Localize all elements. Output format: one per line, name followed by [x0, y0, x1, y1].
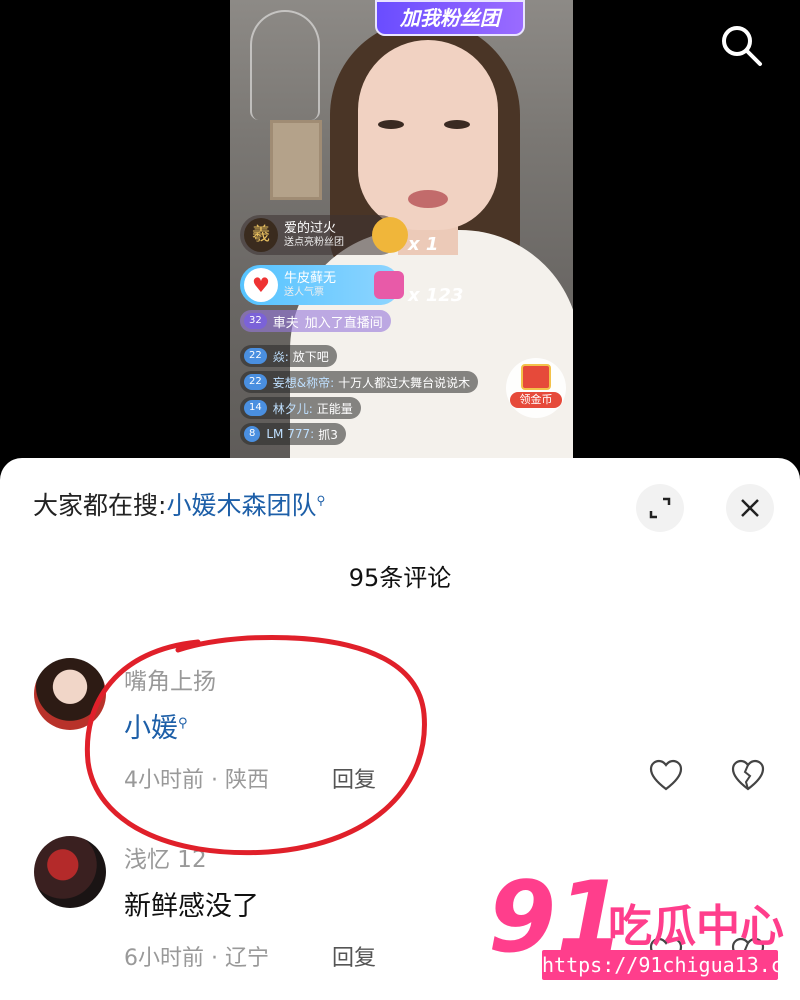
comment-meta: 4小时前 · 陕西	[124, 768, 269, 793]
search-small-icon: ⚲	[178, 716, 188, 731]
avatar[interactable]	[34, 658, 106, 730]
mouth	[408, 190, 448, 208]
chat-user: 林夕儿:	[272, 401, 313, 416]
level-badge: 8	[244, 426, 261, 442]
gift-count: x 1	[408, 234, 439, 255]
gift-notification: ♥ 牛皮藓无 送人气票	[240, 265, 404, 305]
gift-notification: 羲 爱的过火 送点亮粉丝团	[240, 215, 408, 255]
chat-message: 8 LM 777: 抓3	[240, 423, 346, 445]
chat-text: 抓3	[318, 427, 338, 442]
gift-count: x 123	[408, 285, 464, 306]
live-stream-area: 加我粉丝团 羲 爱的过火 送点亮粉丝团 x 1 ♥ 牛皮藓无 送人气票 x 12…	[0, 0, 800, 470]
gift-mask-icon	[372, 217, 408, 253]
gifter-name: 牛皮藓无	[284, 271, 337, 287]
chat-user: 妄想&称帝:	[272, 375, 335, 390]
heart-icon[interactable]	[648, 758, 684, 794]
close-icon	[741, 499, 759, 517]
comment-count: 95条评论	[348, 564, 452, 592]
chat-message: 22 焱: 放下吧	[240, 345, 337, 367]
trending-search-keyword[interactable]: 小媛木森团队	[166, 491, 316, 520]
gifter-avatar: 羲	[244, 218, 278, 252]
broken-heart-icon[interactable]	[730, 758, 766, 794]
background-picture-frame	[270, 120, 322, 200]
expand-button[interactable]	[636, 484, 684, 532]
comment-username[interactable]: 嘴角上扬	[124, 662, 216, 696]
watermark-url: https://91chigua13.com	[542, 950, 800, 980]
level-badge: 22	[244, 348, 267, 364]
expand-icon	[649, 497, 671, 519]
join-text: 加入了直播间	[304, 315, 383, 331]
eye-left	[378, 120, 404, 129]
chat-text: 放下吧	[292, 349, 329, 364]
join-notification: 32 車夫 加入了直播间	[240, 310, 391, 332]
reply-button[interactable]: 回复	[332, 940, 376, 972]
fan-club-banner[interactable]: 加我粉丝团	[375, 0, 525, 36]
chat-message: 14 林夕儿: 正能量	[240, 397, 361, 419]
chat-text: 正能量	[316, 401, 353, 416]
watermark-name: 吃瓜中心	[608, 901, 784, 952]
background-lamp	[250, 10, 320, 120]
claim-coins-button[interactable]: 领金币	[506, 358, 566, 418]
comment-text-keyword[interactable]: 小媛	[124, 713, 178, 744]
gift-ticket-icon	[374, 271, 404, 299]
trending-search-prefix: 大家都在搜:	[33, 491, 167, 520]
comment-meta: 6小时前 · 辽宁	[124, 946, 269, 971]
chat-user: 焱:	[272, 349, 289, 364]
gift-description: 送点亮粉丝团	[284, 236, 344, 248]
comment-username[interactable]: 浅忆 12	[124, 840, 207, 874]
site-watermark: 91 吃瓜中心 https://91chigua13.com	[488, 868, 800, 988]
gifter-name: 爱的过火	[284, 221, 337, 237]
search-icon[interactable]	[718, 22, 764, 68]
level-badge: 14	[244, 400, 267, 416]
comment-text: 新鲜感没了	[124, 891, 259, 922]
trending-search[interactable]: 大家都在搜:小媛木森团队⚲	[33, 486, 325, 522]
join-user: 車夫	[272, 315, 299, 331]
close-button[interactable]	[726, 484, 774, 532]
eye-right	[444, 120, 470, 129]
level-badge: 22	[244, 374, 267, 390]
gift-box-icon	[521, 364, 551, 390]
claim-coins-label: 领金币	[510, 392, 562, 408]
streamer-face	[358, 40, 498, 230]
gift-description: 送人气票	[284, 286, 324, 298]
reply-button[interactable]: 回复	[332, 762, 376, 794]
comment-text[interactable]: 小媛⚲	[124, 706, 188, 745]
live-video[interactable]: 加我粉丝团 羲 爱的过火 送点亮粉丝团 x 1 ♥ 牛皮藓无 送人气票 x 12…	[230, 0, 573, 470]
chat-text: 十万人都过大舞台说说木	[338, 375, 471, 390]
avatar[interactable]	[34, 836, 106, 908]
heart-icon: ♥	[244, 268, 278, 302]
search-small-icon: ⚲	[316, 493, 326, 508]
chat-user: LM 777:	[266, 427, 315, 441]
level-badge: 32	[244, 313, 267, 329]
chat-message: 22 妄想&称帝: 十万人都过大舞台说说木	[240, 371, 479, 393]
